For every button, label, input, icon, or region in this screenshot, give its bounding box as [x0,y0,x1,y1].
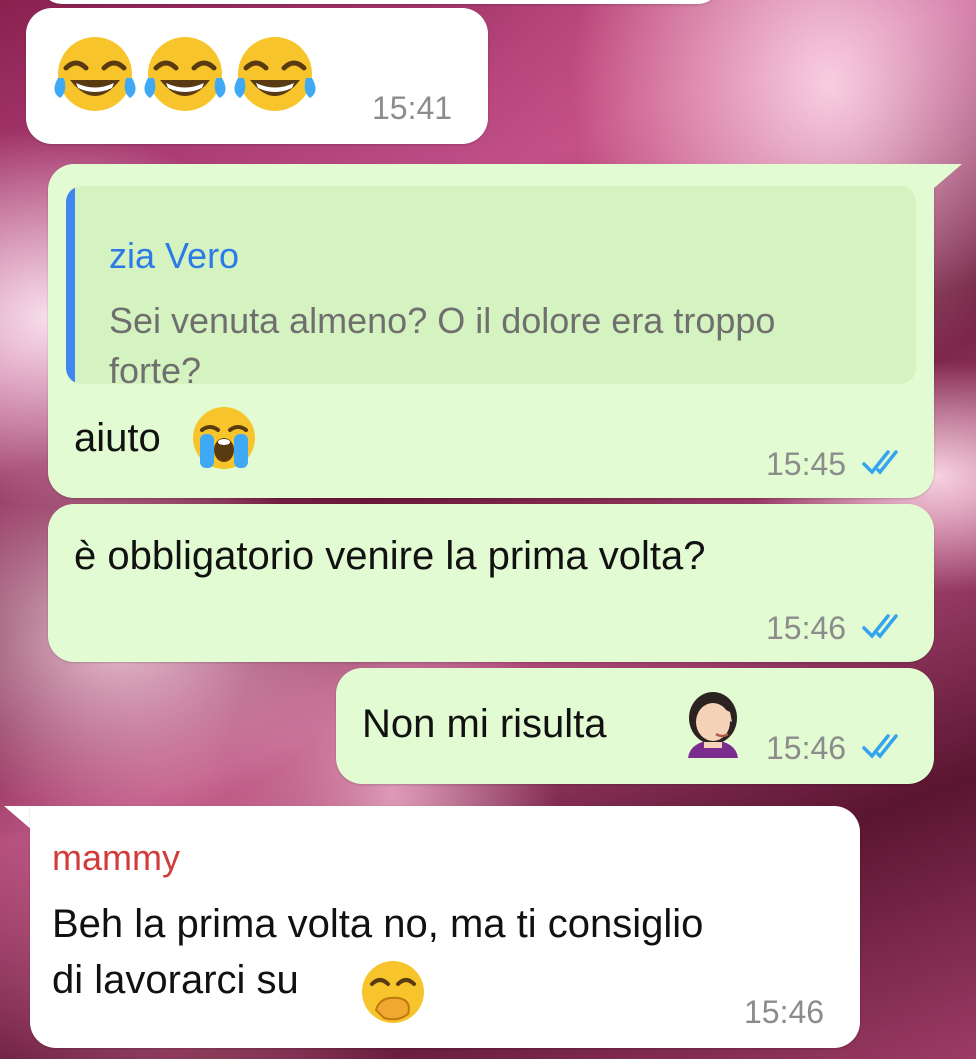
woman-facepalming-emoji [688,692,738,758]
reply-text-line: forte? [109,350,202,384]
read-double-check-icon [862,450,898,475]
outgoing-message-bubble[interactable]: zia Vero Sei venuta almeno? O il dolore … [48,164,934,498]
sender-name: mammy [52,837,180,878]
outgoing-message-bubble[interactable]: è obbligatorio venire la prima volta? 15… [48,504,934,662]
reply-author: zia Vero [109,235,240,276]
outgoing-message-bubble[interactable]: Non mi risulta 15:46 [336,668,934,784]
message-time: 15:46 [766,730,847,766]
message-text: è obbligatorio venire la prima volta? [74,534,706,578]
bubble-tail [934,164,962,188]
reply-quote-bar [66,186,75,384]
reply-quote[interactable]: zia Vero Sei venuta almeno? O il dolore … [66,186,916,384]
tears-of-joy-emoji [54,37,136,111]
reply-text-line: Sei venuta almeno? O il dolore era tropp… [109,300,776,341]
message-text: Non mi risulta [362,702,607,746]
bubble-tail [4,806,32,830]
reply-text: Sei venuta almeno? O il dolore era tropp… [109,296,899,384]
incoming-message-bubble[interactable]: 15:41 [26,8,488,144]
message-time: 15:46 [766,610,847,646]
message-text-line: Beh la prima volta no, ma ti consiglio [52,902,704,946]
message-time: 15:45 [766,446,847,482]
message-time: 15:46 [744,994,825,1030]
read-double-check-icon [862,614,898,639]
chat-background: { "messages": [ { "id": "m1", "direction… [0,0,976,1059]
tears-of-joy-emoji [144,37,226,111]
previous-message-bubble-edge [40,0,720,4]
read-double-check-icon [862,734,898,759]
loudly-crying-face-emoji [193,407,255,469]
hand-over-mouth-emoji [362,961,424,1023]
tears-of-joy-emoji [234,37,316,111]
message-text: aiuto [74,416,161,460]
message-time: 15:41 [372,90,453,126]
incoming-message-bubble[interactable]: mammy Beh la prima volta no, ma ti consi… [30,806,860,1048]
